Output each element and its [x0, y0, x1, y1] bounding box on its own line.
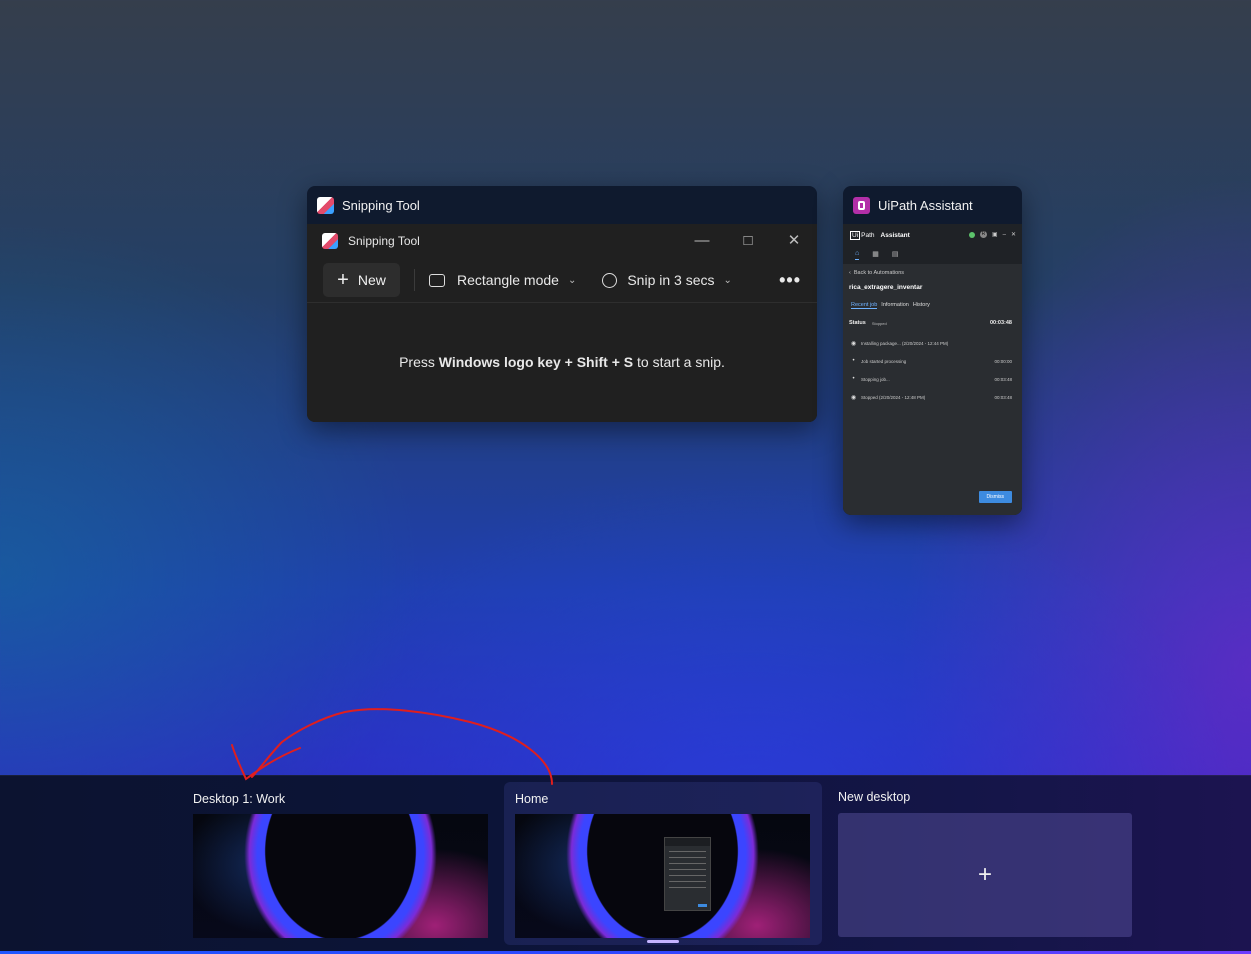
- uipath-icon: [853, 196, 870, 214]
- bullet-icon: •: [852, 376, 855, 382]
- window-card-title-bar: UiPath Assistant: [843, 186, 1022, 224]
- plus-icon: +: [977, 861, 992, 888]
- hint-prefix: Press: [399, 354, 439, 370]
- active-desktop-indicator: [647, 940, 679, 943]
- snip-mode-dropdown: Rectangle mode ⌄: [429, 272, 576, 288]
- new-desktop-label: New desktop: [838, 790, 911, 804]
- snipping-tool-icon: [322, 233, 338, 249]
- log-row: ◉ Stopped (2/20/2024 - 12:48 PM) 00:03:48: [850, 395, 1012, 401]
- maximize-icon: □: [743, 232, 753, 249]
- uipath-preview: Ui Path Assistant R ▣ – ✕ ⌂ ▦ ▤ ‹ Back to …: [843, 224, 1022, 515]
- home-icon: ⌂: [855, 250, 860, 260]
- snip-mode-label: Rectangle mode: [457, 272, 559, 288]
- rectangle-icon: [429, 273, 445, 287]
- desktop-1-work-thumbnail[interactable]: [193, 814, 488, 938]
- window-controls: — □ ✕: [679, 224, 817, 258]
- new-snip-label: New: [357, 272, 386, 288]
- snipping-tool-preview: Snipping Tool — □ ✕ + New Rectangle mode…: [307, 224, 817, 422]
- hint-keys: Windows logo key + Shift + S: [438, 354, 634, 370]
- stop-circle-icon: ◉: [850, 395, 857, 401]
- job-status-row: Status Stopped 00:03:48: [849, 320, 1012, 326]
- chevron-down-icon: ⌄: [567, 274, 577, 286]
- log-row: • Stopping job... 00:03:48: [849, 376, 1012, 382]
- snip-delay-label: Snip in 3 secs: [627, 272, 715, 288]
- more-options-icon: •••: [779, 269, 801, 290]
- virtual-desktops-bar: Desktop 1: Work Home New desktop +: [0, 775, 1251, 954]
- circle-check-icon: ◉: [850, 341, 857, 347]
- snip-hint: Press Windows logo key + Shift + S to st…: [307, 302, 817, 422]
- snipping-tool-titlebar: Snipping Tool — □ ✕: [307, 224, 817, 258]
- avatar: R: [979, 231, 987, 238]
- new-snip-button: + New: [323, 263, 400, 297]
- calendar-icon: ▦: [872, 251, 879, 258]
- snip-delay-dropdown: Snip in 3 secs ⌄: [602, 272, 732, 288]
- snipping-toolbar: + New Rectangle mode ⌄ Snip in 3 secs ⌄ …: [307, 258, 817, 303]
- process-name: rica_extragere_inventar: [849, 284, 923, 291]
- window-card-title-bar: Snipping Tool: [307, 186, 817, 224]
- minimize-icon: —: [694, 232, 710, 249]
- chevron-down-icon: ⌄: [723, 274, 732, 286]
- dismiss-button: Dismiss: [978, 491, 1012, 503]
- window-card-title: Snipping Tool: [342, 197, 420, 213]
- uipath-nav: ⌂ ▦ ▤: [855, 250, 898, 260]
- app-title: Snipping Tool: [348, 234, 420, 248]
- close-icon: ✕: [1010, 232, 1016, 238]
- uipath-logo: Ui Path Assistant: [850, 231, 910, 240]
- uipath-tabs: Recent job Information History: [851, 302, 930, 309]
- log-row: • Job started processing 00:00:00: [849, 358, 1012, 364]
- uipath-header-controls: R ▣ – ✕: [968, 231, 1016, 238]
- snipping-tool-icon: [317, 196, 334, 214]
- plus-icon: +: [337, 268, 349, 291]
- minimize-icon: –: [1002, 231, 1006, 238]
- tab-history: History: [912, 302, 930, 308]
- desktop-label: Desktop 1: Work: [193, 792, 286, 806]
- desktop-label: Home: [515, 792, 549, 806]
- close-icon: ✕: [787, 232, 801, 249]
- uipath-assistant-window-thumbnail[interactable]: UiPath Assistant Ui Path Assistant R ▣ – ✕…: [843, 186, 1022, 515]
- desktop-home-thumbnail[interactable]: [515, 814, 810, 938]
- window-icon: ▣: [991, 232, 998, 238]
- bullet-icon: •: [852, 358, 855, 364]
- tab-recent-job: Recent job: [851, 302, 878, 309]
- back-to-automations-link: ‹ Back to Automations: [849, 270, 905, 276]
- new-desktop-button[interactable]: +: [838, 813, 1132, 937]
- hint-suffix: to start a snip.: [633, 354, 725, 370]
- tab-information: Information: [881, 302, 909, 308]
- snipping-tool-window-thumbnail[interactable]: Snipping Tool Snipping Tool — □ ✕ + New …: [307, 186, 817, 422]
- uipath-header: Ui Path Assistant R ▣ – ✕ ⌂ ▦ ▤: [843, 224, 1022, 264]
- toolbar-divider: [414, 269, 415, 291]
- mini-window-preview: [664, 837, 711, 911]
- status-dot-icon: [968, 231, 975, 238]
- timer-icon: [602, 272, 618, 288]
- window-card-title: UiPath Assistant: [878, 197, 973, 213]
- log-row: ◉ Installing package... (2/20/2024 - 12:4…: [850, 341, 949, 347]
- widgets-icon: ▤: [891, 251, 899, 258]
